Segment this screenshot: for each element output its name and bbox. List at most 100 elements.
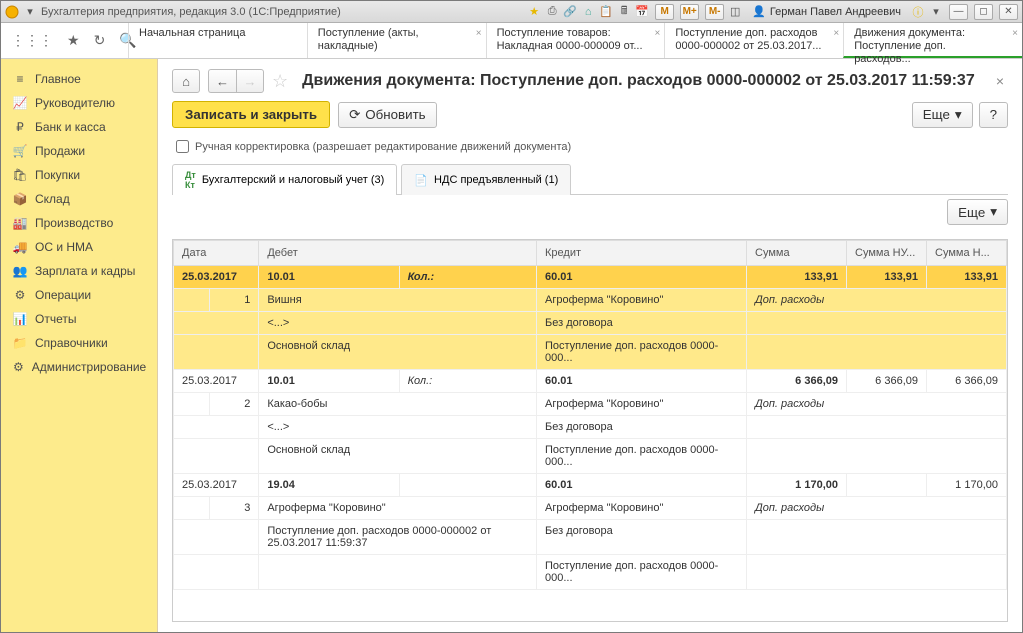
more-button[interactable]: Еще ▾	[912, 102, 973, 128]
col-debit[interactable]: Дебет	[259, 241, 537, 266]
m-button[interactable]: M	[655, 4, 674, 20]
table-row[interactable]: 25.03.201710.01Кол.:60.016 366,096 366,0…	[174, 370, 1007, 393]
sidebar-item-8[interactable]: 👥Зарплата и кадры	[1, 259, 157, 283]
sidebar-item-7[interactable]: 🚚 ОС и НМА	[1, 235, 157, 259]
box-icon: 📦	[13, 192, 27, 206]
coin-icon: ₽	[13, 120, 27, 134]
table-row[interactable]: 2Какао-бобыАгроферма "Коровино"Доп. расх…	[174, 393, 1007, 416]
grid: Дата Дебет Кредит Сумма Сумма НУ... Сумм…	[172, 239, 1008, 622]
sidebar-item-4[interactable]: 🛍Покупки	[1, 163, 157, 187]
m-minus-button[interactable]: M-	[705, 4, 724, 20]
tab-accounting[interactable]: ДтКтБухгалтерский и налоговый учет (3)	[172, 164, 397, 195]
m-plus-button[interactable]: M+	[680, 4, 699, 20]
dropdown-icon[interactable]: ▾	[23, 5, 37, 19]
table-row[interactable]: Поступление доп. расходов 0000-000...	[174, 555, 1007, 590]
table-row[interactable]: 25.03.201710.01Кол.:60.01133,91133,91133…	[174, 266, 1007, 289]
cart-in-icon: 🛍	[13, 168, 27, 182]
movements-table[interactable]: Дата Дебет Кредит Сумма Сумма НУ... Сумм…	[173, 240, 1007, 590]
sidebar-label: ОС и НМА	[35, 240, 93, 254]
report-icon: 📊	[13, 312, 27, 326]
sidebar-item-0[interactable]: ≡Главное	[1, 67, 157, 91]
close-icon[interactable]: ×	[476, 27, 482, 40]
table-row[interactable]: 1ВишняАгроферма "Коровино"Доп. расходы	[174, 289, 1007, 312]
table-row[interactable]: 25.03.201719.0460.011 170,001 170,00	[174, 474, 1007, 497]
table-row[interactable]: 3Агроферма "Коровино"Агроферма "Коровино…	[174, 497, 1007, 520]
chart-icon: 📈	[13, 96, 27, 110]
back-button[interactable]: ←	[208, 69, 236, 93]
sidebar-item-2[interactable]: ₽ Банк и касса	[1, 115, 157, 139]
app-icon	[5, 5, 19, 19]
sidebar-label: Продажи	[35, 144, 85, 158]
star-icon[interactable]: ★	[67, 32, 80, 49]
pane-icon[interactable]: ◫	[728, 5, 742, 19]
sidebar-label: Главное	[35, 72, 81, 86]
info-icon[interactable]: ⓘ	[911, 5, 925, 19]
doc-close-icon[interactable]: ×	[992, 73, 1008, 89]
star-outline-icon[interactable]: ☆	[272, 71, 288, 92]
table-row[interactable]: <...>Без договора	[174, 312, 1007, 335]
close-icon[interactable]: ×	[1012, 27, 1018, 40]
house-icon[interactable]: ⌂	[581, 5, 595, 19]
col-sum[interactable]: Сумма	[747, 241, 847, 266]
link-icon[interactable]: 🔗	[563, 5, 577, 19]
table-row[interactable]: <...>Без договора	[174, 416, 1007, 439]
tab-incoming[interactable]: Поступление (акты, накладные)×	[307, 23, 486, 58]
history-icon[interactable]: ↻	[94, 32, 106, 49]
save-close-button[interactable]: Записать и закрыть	[172, 101, 330, 128]
cart-out-icon: 🛒	[13, 144, 27, 158]
sidebar-item-12[interactable]: ⚙Администрирование	[1, 355, 157, 379]
user-icon: 👤	[752, 5, 766, 18]
sidebar-item-1[interactable]: 📈 Руководителю	[1, 91, 157, 115]
sidebar-label: Администрирование	[32, 360, 146, 374]
user-label[interactable]: 👤Герман Павел Андреевич	[746, 5, 907, 18]
col-sum-n[interactable]: Сумма Н...	[927, 241, 1007, 266]
table-row[interactable]: Поступление доп. расходов 0000-000002 от…	[174, 520, 1007, 555]
sidebar-label: Банк и касса	[35, 120, 106, 134]
sidebar-item-10[interactable]: 📊Отчеты	[1, 307, 157, 331]
col-sum-nu[interactable]: Сумма НУ...	[847, 241, 927, 266]
sidebar-item-5[interactable]: 📦Склад	[1, 187, 157, 211]
tab-goods[interactable]: Поступление товаров:Накладная 0000-00000…	[486, 23, 665, 58]
sidebar-item-6[interactable]: 🏭Производство	[1, 211, 157, 235]
dt-kt-icon: ДтКт	[185, 170, 196, 190]
toolbar-left: ⋮⋮⋮ ★ ↻ 🔍	[1, 23, 128, 58]
tab-movements[interactable]: Движения документа:Поступление доп. расх…	[843, 23, 1022, 58]
truck-icon: 🚚	[13, 240, 27, 254]
home-button[interactable]: ⌂	[172, 69, 200, 93]
sidebar-label: Зарплата и кадры	[35, 264, 135, 278]
table-row[interactable]: Основной складПоступление доп. расходов …	[174, 439, 1007, 474]
grid-more-button[interactable]: Еще ▾	[947, 199, 1008, 225]
clip-icon[interactable]: 📋	[599, 5, 613, 19]
sidebar-item-11[interactable]: 📁Справочники	[1, 331, 157, 355]
calendar-icon[interactable]: 📅	[635, 5, 649, 19]
sidebar-label: Справочники	[35, 336, 108, 350]
dropdown2-icon[interactable]: ▾	[929, 5, 943, 19]
table-row[interactable]: Основной складПоступление доп. расходов …	[174, 335, 1007, 370]
sidebar-label: Руководителю	[35, 96, 115, 110]
sidebar-label: Производство	[35, 216, 113, 230]
tab-vat[interactable]: 📄НДС предъявленный (1)	[401, 164, 571, 195]
close-button[interactable]: ✕	[999, 4, 1018, 20]
close-icon[interactable]: ×	[833, 27, 839, 40]
print-icon[interactable]: ⎙	[545, 5, 559, 19]
doc-icon: 📄	[414, 174, 428, 187]
fav-icon[interactable]: ★	[527, 5, 541, 19]
col-credit[interactable]: Кредит	[537, 241, 747, 266]
apps-icon[interactable]: ⋮⋮⋮	[11, 32, 53, 49]
forward-button[interactable]: →	[236, 69, 264, 93]
col-date[interactable]: Дата	[174, 241, 259, 266]
calc-icon[interactable]: 🖩	[617, 5, 631, 19]
sidebar-item-9[interactable]: ⚙Операции	[1, 283, 157, 307]
close-icon[interactable]: ×	[655, 27, 661, 40]
inner-tabs: ДтКтБухгалтерский и налоговый учет (3) 📄…	[172, 163, 1008, 195]
titlebar: ▾ Бухгалтерия предприятия, редакция 3.0 …	[1, 1, 1022, 23]
tab-extracosts[interactable]: Поступление доп. расходов0000-000002 от …	[664, 23, 843, 58]
tab-home[interactable]: Начальная страница	[128, 23, 307, 58]
maximize-button[interactable]: ◻	[974, 4, 993, 20]
minimize-button[interactable]: —	[949, 4, 968, 20]
manual-edit-checkbox[interactable]	[176, 140, 189, 153]
sidebar-item-3[interactable]: 🛒 Продажи	[1, 139, 157, 163]
help-button[interactable]: ?	[979, 102, 1008, 128]
sidebar: ≡Главное 📈 Руководителю ₽ Банк и касса 🛒 Прода…	[1, 59, 158, 632]
refresh-button[interactable]: ⟳Обновить	[338, 102, 437, 128]
